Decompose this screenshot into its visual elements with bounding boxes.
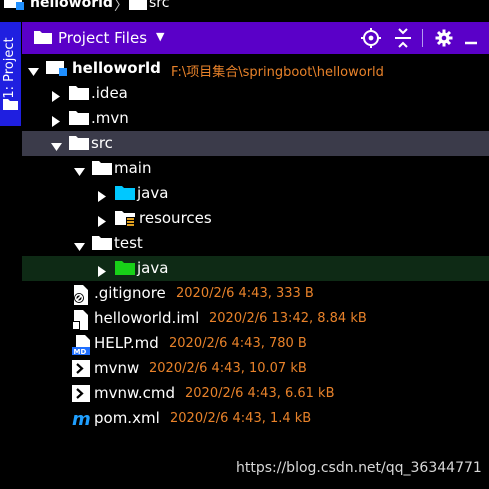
tree-row[interactable]: main [22, 156, 489, 181]
hide-icon[interactable] [459, 26, 483, 50]
tree-item-meta: 2020/2/6 4:43, 333 B [176, 286, 314, 301]
tree-row[interactable]: mvnw 2020/2/6 4:43, 10.07 kB [22, 356, 489, 381]
tree-item-name: mvnw.cmd [94, 384, 176, 402]
source-folder-icon [115, 185, 135, 204]
tree-row[interactable]: .gitignore 2020/2/6 4:43, 333 B [22, 281, 489, 306]
folder-icon [129, 0, 147, 10]
tree-item-name: main [114, 159, 152, 177]
tree-item-name: pom.xml [94, 409, 160, 427]
view-dropdown-caret-icon[interactable]: ▼ [156, 30, 164, 43]
test-folder-icon [115, 260, 135, 279]
folder-icon [92, 160, 112, 179]
tree-item-name: helloworld [72, 59, 161, 77]
breadcrumb-separator: 〉 [114, 0, 128, 14]
tree-item-name: test [114, 234, 143, 252]
tree-item-name: .gitignore [94, 284, 166, 302]
tree-row[interactable]: m pom.xml 2020/2/6 4:43, 1.4 kB [22, 406, 489, 431]
tree-item-name: java [137, 259, 169, 277]
svg-text:MD: MD [74, 348, 87, 355]
tree-item-meta: 2020/2/6 4:43, 10.07 kB [149, 361, 307, 376]
tree-row[interactable]: helloworld.iml 2020/2/6 13:42, 8.84 kB [22, 306, 489, 331]
folder-icon [3, 99, 18, 110]
tree-item-meta: 2020/2/6 4:43, 1.4 kB [170, 411, 312, 426]
tree-row[interactable]: src [22, 131, 489, 156]
tree-row[interactable]: test [22, 231, 489, 256]
tree-item-meta: F:\项目集合\springboot\helloworld [171, 65, 384, 80]
maven-file-icon: m [72, 409, 94, 432]
expanded-arrow-icon[interactable] [74, 163, 85, 176]
panel-title[interactable]: Project Files [58, 29, 147, 47]
expanded-arrow-icon[interactable] [51, 138, 62, 151]
tree-row[interactable]: .mvn [22, 106, 489, 131]
tree-item-name: mvnw [94, 359, 140, 377]
tree-item-name: helloworld.iml [94, 309, 200, 327]
collapse-icon[interactable] [391, 26, 415, 50]
gear-icon[interactable] [432, 26, 456, 50]
collapsed-arrow-icon[interactable] [97, 213, 107, 227]
header-divider [422, 29, 423, 47]
tree-item-meta: 2020/2/6 4:43, 6.61 kB [185, 386, 335, 401]
folder-icon [92, 235, 112, 254]
tree-row[interactable]: .idea [22, 81, 489, 106]
tree-row[interactable]: java [22, 181, 489, 206]
collapsed-arrow-icon[interactable] [51, 113, 61, 127]
tree-row[interactable]: mvnw.cmd 2020/2/6 4:43, 6.61 kB [22, 381, 489, 406]
cmd-file-icon [72, 385, 90, 407]
tree-item-meta: 2020/2/6 4:43, 780 B [169, 336, 307, 351]
breadcrumb: helloworld 〉 src [0, 0, 489, 22]
tree-item-name: .idea [91, 84, 128, 102]
watermark: https://blog.csdn.net/qq_36344771 [236, 460, 482, 476]
project-panel: Project Files ▼ helloworld F:\项目集合\sprin… [22, 22, 489, 489]
collapsed-arrow-icon[interactable] [97, 263, 107, 277]
resources-folder-icon [115, 210, 137, 231]
module-folder-icon [46, 60, 68, 81]
collapsed-arrow-icon[interactable] [97, 188, 107, 202]
script-file-icon [72, 360, 90, 382]
breadcrumb-root[interactable]: helloworld [30, 0, 113, 11]
tree-item-name: src [91, 134, 113, 152]
collapsed-arrow-icon[interactable] [51, 88, 61, 102]
folder-icon [34, 31, 52, 44]
folder-icon [69, 135, 89, 154]
tree-row[interactable]: MD HELP.md 2020/2/6 4:43, 780 B [22, 331, 489, 356]
svg-text:m: m [72, 410, 91, 428]
module-folder-icon [4, 0, 24, 10]
tree-item-name: java [137, 184, 169, 202]
tree-row[interactable]: resources [22, 206, 489, 231]
tree-item-meta: 2020/2/6 13:42, 8.84 kB [209, 311, 367, 326]
tree-item-name: resources [139, 209, 212, 227]
panel-header: Project Files ▼ [22, 22, 489, 54]
tree-row[interactable]: java [22, 256, 489, 281]
breadcrumb-leaf[interactable]: src [149, 0, 169, 11]
expanded-arrow-icon[interactable] [74, 238, 85, 251]
project-tool-tab[interactable]: 1: Project [0, 22, 21, 126]
tree-row[interactable]: helloworld F:\项目集合\springboot\helloworld [22, 56, 489, 81]
target-icon[interactable] [359, 26, 383, 50]
tree-item-name: .mvn [91, 109, 129, 127]
folder-icon [69, 110, 89, 129]
tree-item-name: HELP.md [94, 334, 159, 352]
expanded-arrow-icon[interactable] [28, 63, 39, 76]
folder-icon [69, 85, 89, 104]
